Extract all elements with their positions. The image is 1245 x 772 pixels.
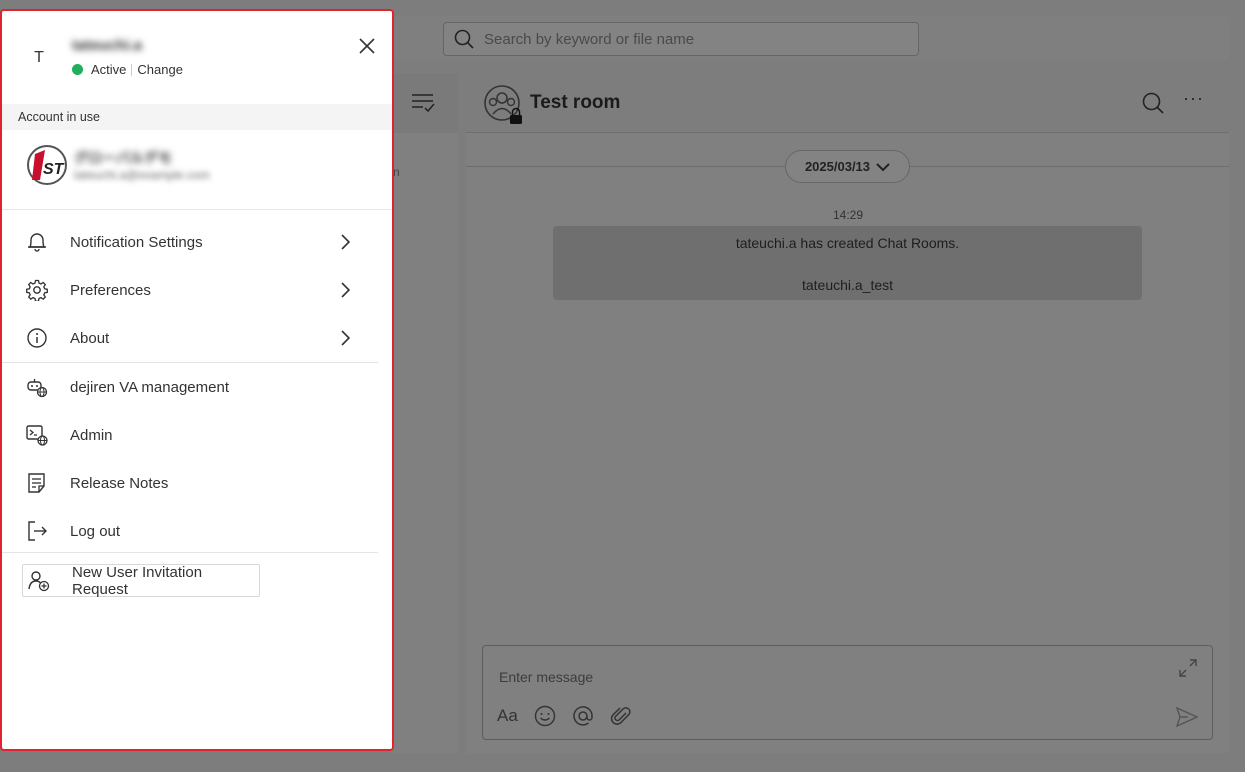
search-placeholder: Search by keyword or file name	[484, 30, 695, 48]
user-avatar: T	[34, 49, 44, 66]
search-icon	[454, 29, 474, 49]
bell-icon	[26, 231, 48, 253]
attachment-icon[interactable]	[610, 705, 632, 727]
date-label: 2025/03/13	[804, 159, 871, 174]
info-icon	[26, 327, 48, 349]
add-user-icon	[28, 570, 50, 592]
org-name: グローバルデモ	[74, 150, 172, 166]
status-label: Active	[91, 62, 127, 77]
menu-label: Log out	[70, 522, 121, 540]
account-row[interactable]: ST グローバルデモ tateuchi.a@example.com	[2, 130, 392, 210]
mention-icon[interactable]	[572, 705, 594, 727]
chevron-right-icon	[340, 234, 350, 250]
room-list-header	[393, 73, 458, 133]
menu-label: Preferences	[70, 281, 151, 299]
change-status-link[interactable]: Change	[137, 62, 183, 77]
message-composer[interactable]: Enter message Aa	[482, 645, 1213, 740]
room-list-pane: n	[393, 73, 458, 753]
menu-group-settings: Notification Settings Preferences About	[2, 218, 392, 363]
status-dot-icon	[72, 64, 83, 75]
system-message-line1: tateuchi.a has created Chat Rooms.	[735, 235, 960, 251]
status-separator	[131, 63, 133, 76]
message-time: 14:29	[832, 208, 864, 222]
invite-label: New User Invitation Request	[72, 563, 203, 598]
composer-toolbar: Aa	[497, 705, 632, 727]
gear-icon	[26, 279, 48, 301]
menu-label: dejiren VA management	[70, 378, 229, 396]
room-title: Test room	[530, 92, 621, 113]
chevron-right-icon	[340, 330, 350, 346]
filter-check-icon[interactable]	[411, 91, 435, 115]
emoji-icon[interactable]	[534, 705, 556, 727]
org-email: tateuchi.a@example.com	[74, 168, 210, 182]
bot-globe-icon	[26, 376, 48, 398]
user-name: tateuchi.a	[72, 37, 143, 54]
menu-item-notification-settings[interactable]: Notification Settings	[2, 218, 392, 266]
group-lock-icon	[484, 85, 522, 124]
more-options-icon[interactable]: ···	[1183, 88, 1204, 109]
menu-label: About	[70, 329, 110, 347]
menu-item-log-out[interactable]: Log out	[2, 507, 392, 555]
search-input[interactable]: Search by keyword or file name	[443, 22, 919, 56]
menu-item-preferences[interactable]: Preferences	[2, 266, 392, 314]
menu-item-about[interactable]: About	[2, 314, 392, 362]
menu-group-admin: dejiren VA management Admin Release Note…	[2, 363, 392, 553]
format-text-button[interactable]: Aa	[497, 706, 518, 726]
system-message: tateuchi.a has created Chat Rooms. tateu…	[553, 226, 1142, 300]
date-selector[interactable]: 2025/03/13	[785, 150, 910, 183]
svg-text:ST: ST	[43, 161, 65, 178]
menu-item-release-notes[interactable]: Release Notes	[2, 459, 392, 507]
logout-icon	[26, 520, 48, 542]
menu-item-admin[interactable]: Admin	[2, 411, 392, 459]
account-drawer: T tateuchi.a Active Change Account in us…	[0, 9, 394, 751]
menu-label: Notification Settings	[70, 233, 203, 251]
list-text-fragment: n	[393, 165, 400, 179]
drawer-header: T tateuchi.a Active Change	[2, 11, 392, 103]
send-icon[interactable]	[1176, 707, 1198, 727]
chevron-down-icon	[876, 162, 890, 172]
org-logo-icon: ST	[26, 144, 67, 185]
expand-icon[interactable]	[1178, 658, 1198, 678]
chevron-right-icon	[340, 282, 350, 298]
section-label: Account in use	[2, 104, 392, 130]
close-icon[interactable]	[358, 37, 378, 57]
chat-search-icon[interactable]	[1142, 92, 1164, 114]
message-input[interactable]: Enter message	[499, 669, 593, 685]
menu-label: Admin	[70, 426, 113, 444]
terminal-globe-icon	[26, 424, 48, 446]
system-message-line2: tateuchi.a_test	[801, 277, 894, 293]
status-row: Active Change	[72, 62, 183, 77]
notes-icon	[26, 472, 48, 494]
menu-item-va-management[interactable]: dejiren VA management	[2, 363, 392, 411]
menu-label: Release Notes	[70, 474, 169, 492]
new-user-invitation-button[interactable]: New User Invitation Request	[22, 563, 260, 598]
